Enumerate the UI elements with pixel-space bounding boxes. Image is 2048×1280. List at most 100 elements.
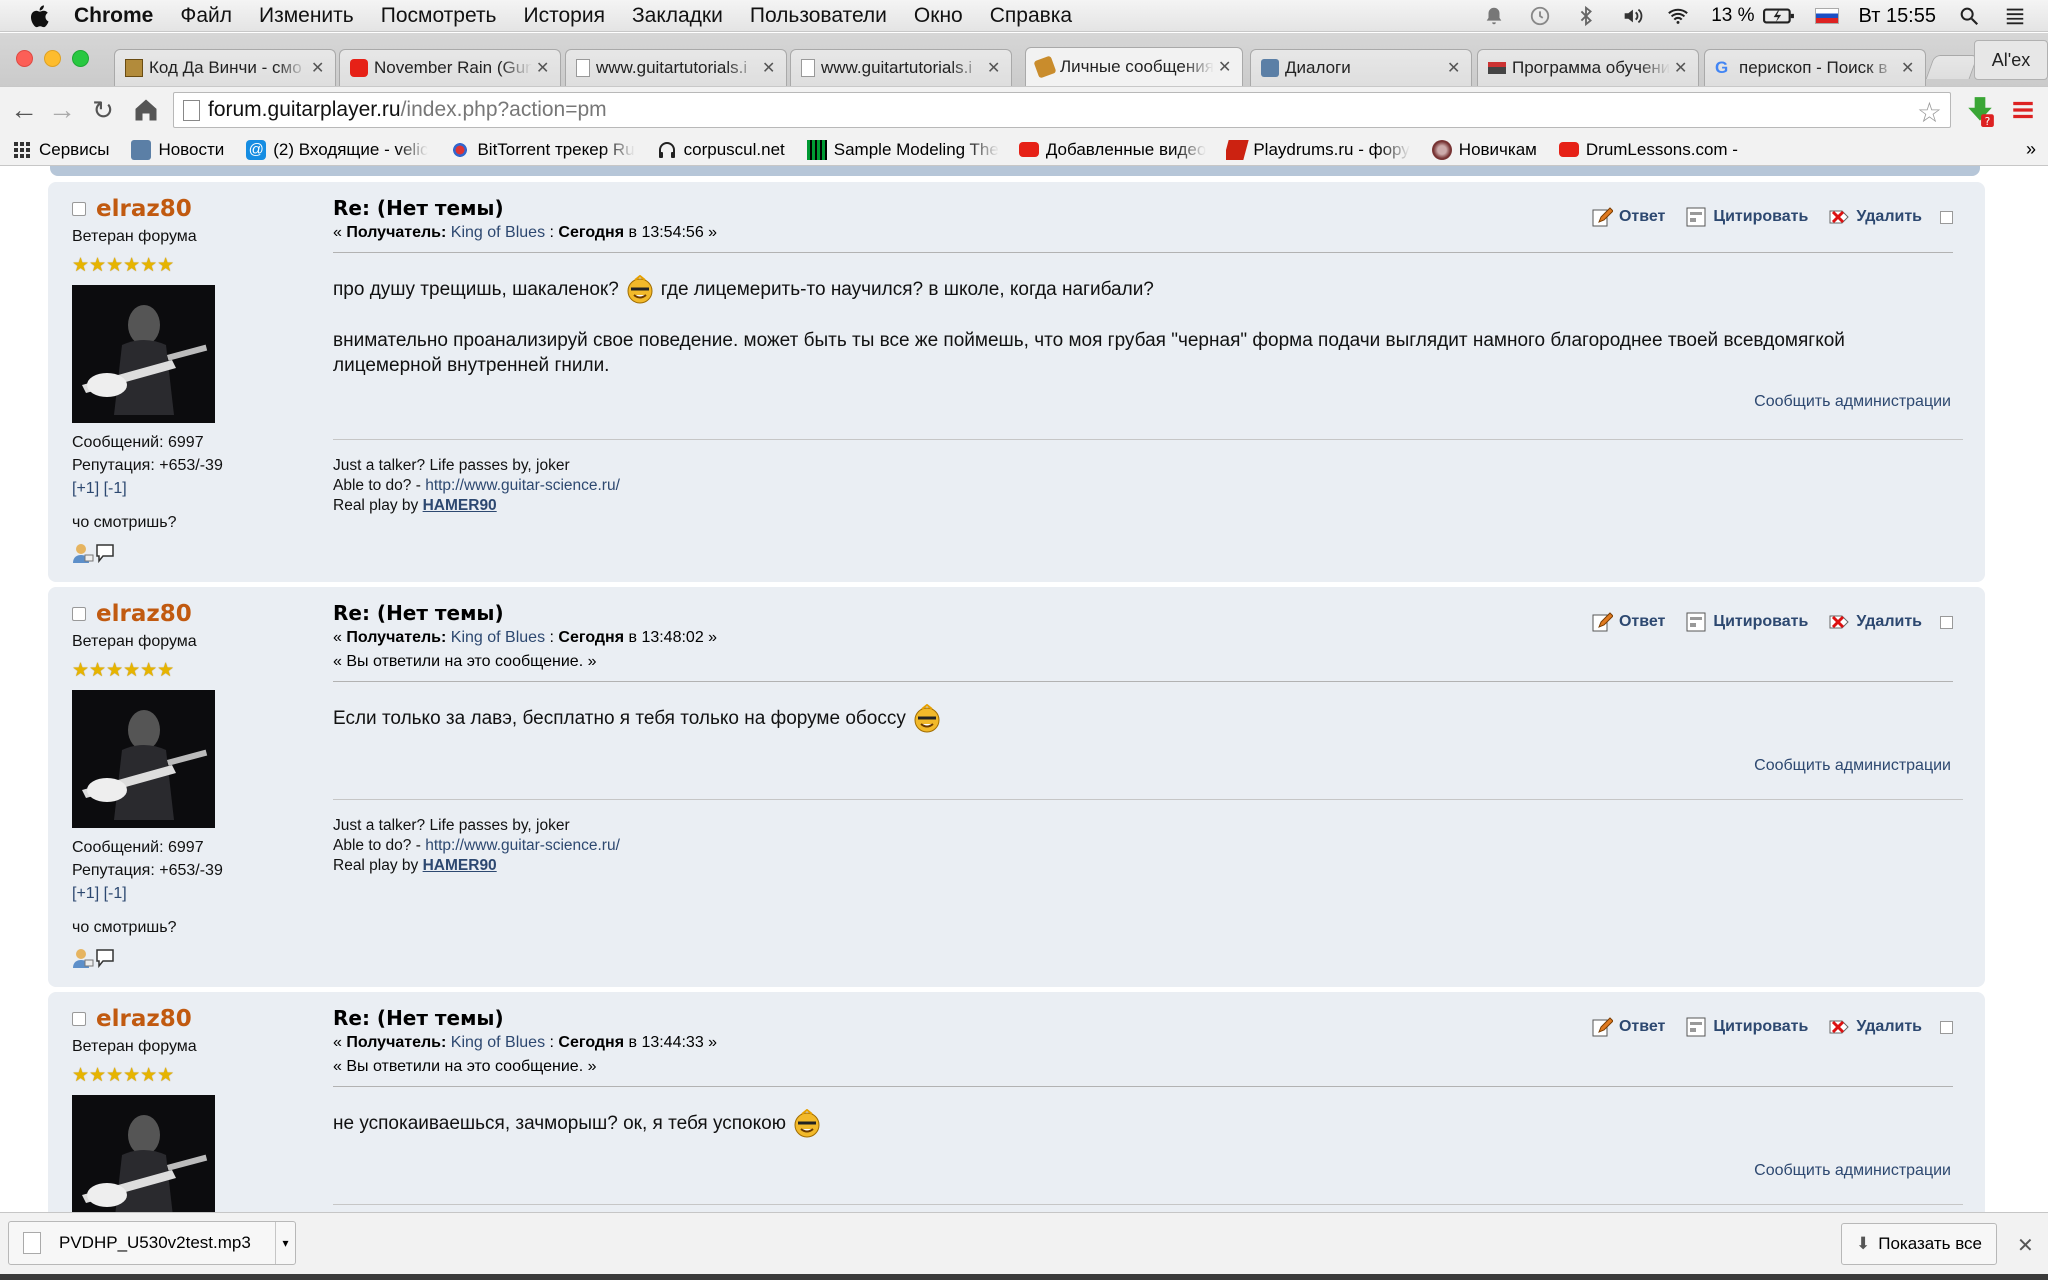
tab-dialogs[interactable]: Диалоги ✕	[1250, 49, 1472, 86]
profile-button[interactable]: Al'ex	[1974, 40, 2048, 80]
message-select-checkbox[interactable]	[1940, 615, 1953, 629]
delete-button[interactable]: Удалить	[1828, 611, 1922, 633]
notification-center-icon[interactable]	[2002, 5, 2028, 27]
rep-plus-link[interactable]: [+1]	[72, 885, 99, 902]
menu-edit[interactable]: Изменить	[259, 4, 354, 28]
forward-arrow-icon[interactable]: →	[48, 96, 76, 124]
bookmark-apps[interactable]: Сервисы	[12, 140, 109, 160]
menu-history[interactable]: История	[524, 4, 605, 28]
tab-close-icon[interactable]: ✕	[1674, 58, 1688, 78]
tab-close-icon[interactable]: ✕	[987, 58, 1001, 78]
bookmark-sample-modeling[interactable]: Sample Modeling The	[806, 139, 999, 160]
bookmark-drumlessons[interactable]: DrumLessons.com -	[1558, 140, 1738, 160]
bookmark-star-icon[interactable]: ☆	[1917, 96, 1942, 129]
download-extension-icon[interactable]: ?	[1964, 94, 1996, 128]
avatar[interactable]	[72, 690, 215, 828]
tab-guitartutorials-2[interactable]: www.guitartutorials.i ✕	[790, 49, 1012, 86]
reply-button[interactable]: Ответ	[1591, 206, 1665, 228]
signature-user-link[interactable]: HAMER90	[423, 497, 497, 514]
chrome-menu-icon[interactable]	[2010, 97, 2036, 123]
apple-menu-icon[interactable]	[28, 4, 50, 28]
menu-window[interactable]: Окно	[914, 4, 963, 28]
online-status-checkbox[interactable]	[72, 202, 86, 216]
bookmark-corpuscul[interactable]: corpuscul.net	[657, 140, 785, 160]
signature-site-link[interactable]: http://www.guitar-science.ru/	[425, 477, 620, 494]
tab-program[interactable]: Программа обучени ✕	[1477, 49, 1699, 86]
download-item[interactable]: PVDHP_U530v2test.mp3 ▾	[8, 1221, 296, 1265]
avatar[interactable]	[72, 285, 215, 423]
home-icon[interactable]	[132, 96, 160, 124]
quote-button[interactable]: Цитировать	[1685, 206, 1808, 228]
tab-close-icon[interactable]: ✕	[762, 58, 776, 78]
signature-site-link[interactable]: http://www.guitar-science.ru/	[425, 837, 620, 854]
menu-help[interactable]: Справка	[990, 4, 1072, 28]
menu-view[interactable]: Посмотреть	[381, 4, 497, 28]
profile-icon[interactable]	[72, 542, 94, 564]
close-icon[interactable]: ✕	[2017, 1233, 2034, 1258]
bluetooth-icon[interactable]	[1573, 5, 1599, 27]
notification-bell-icon[interactable]	[1481, 5, 1507, 27]
input-source-flag-icon[interactable]	[1814, 8, 1839, 24]
tab-close-icon[interactable]: ✕	[1447, 58, 1461, 78]
tab-google-search[interactable]: G перископ - Поиск в ✕	[1704, 49, 1926, 86]
menu-file[interactable]: Файл	[180, 4, 232, 28]
tab-close-icon[interactable]: ✕	[536, 58, 550, 78]
back-arrow-icon[interactable]: ←	[10, 96, 38, 124]
spotlight-search-icon[interactable]	[1956, 5, 1982, 27]
online-status-checkbox[interactable]	[72, 607, 86, 621]
battery-icon[interactable]	[1762, 5, 1795, 27]
report-to-admin-link[interactable]: Сообщить администрации	[333, 1162, 1951, 1180]
tab-close-icon[interactable]: ✕	[1901, 58, 1915, 78]
new-tab-button[interactable]	[1925, 55, 1979, 79]
menubar-clock[interactable]: Вт 15:55	[1859, 5, 1936, 28]
tab-close-icon[interactable]: ✕	[311, 58, 325, 78]
tab-guitartutorials-1[interactable]: www.guitartutorials.i ✕	[565, 49, 787, 86]
menu-people[interactable]: Пользователи	[750, 4, 887, 28]
menu-app-chrome[interactable]: Chrome	[74, 4, 153, 28]
address-bar[interactable]: forum.guitarplayer.ru/index.php?action=p…	[173, 92, 1951, 128]
personal-message-icon[interactable]	[94, 947, 116, 969]
bookmark-bittorrent[interactable]: BitTorrent трекер Ru	[450, 139, 635, 160]
bookmarks-overflow-icon[interactable]: »	[2026, 139, 2036, 160]
rep-plus-link[interactable]: [+1]	[72, 480, 99, 497]
tab-private-messages[interactable]: Личные сообщения ✕	[1025, 47, 1243, 86]
rep-minus-link[interactable]: [-1]	[104, 885, 127, 902]
author-name[interactable]: elraz80	[96, 196, 192, 222]
rep-minus-link[interactable]: [-1]	[104, 480, 127, 497]
reply-button[interactable]: Ответ	[1591, 1016, 1665, 1038]
author-name[interactable]: elraz80	[96, 1006, 192, 1032]
recipient-link[interactable]: King of Blues	[451, 1034, 545, 1051]
message-select-checkbox[interactable]	[1940, 1020, 1953, 1034]
reply-button[interactable]: Ответ	[1591, 611, 1665, 633]
volume-icon[interactable]	[1619, 5, 1645, 27]
window-close-button[interactable]	[16, 50, 33, 67]
report-to-admin-link[interactable]: Сообщить администрации	[333, 393, 1951, 411]
personal-message-icon[interactable]	[94, 542, 116, 564]
bookmark-inbox[interactable]: @ (2) Входящие - velic	[246, 139, 428, 160]
tab-davinci[interactable]: Код Да Винчи - смо ✕	[114, 49, 336, 86]
bookmark-news[interactable]: Новости	[131, 139, 224, 160]
message-select-checkbox[interactable]	[1940, 210, 1953, 224]
profile-icon[interactable]	[72, 947, 94, 969]
recipient-link[interactable]: King of Blues	[451, 224, 545, 241]
quote-button[interactable]: Цитировать	[1685, 1016, 1808, 1038]
author-name[interactable]: elraz80	[96, 601, 192, 627]
bookmark-newbies[interactable]: Новичкам	[1431, 139, 1537, 160]
delete-button[interactable]: Удалить	[1828, 1016, 1922, 1038]
reload-icon[interactable]: ↻	[89, 96, 117, 124]
menu-bookmarks[interactable]: Закладки	[632, 4, 723, 28]
bookmark-playdrums[interactable]: Playdrums.ru - фору	[1226, 139, 1410, 160]
delete-button[interactable]: Удалить	[1828, 206, 1922, 228]
tab-november-rain[interactable]: November Rain (Gun ✕	[339, 49, 561, 86]
chevron-down-icon[interactable]: ▾	[275, 1222, 295, 1264]
quote-button[interactable]: Цитировать	[1685, 611, 1808, 633]
window-minimize-button[interactable]	[44, 50, 61, 67]
time-machine-icon[interactable]	[1527, 5, 1553, 27]
window-zoom-button[interactable]	[72, 50, 89, 67]
show-all-downloads-button[interactable]: ⬇ Показать все	[1841, 1223, 1997, 1265]
tab-close-icon[interactable]: ✕	[1218, 57, 1232, 77]
avatar[interactable]	[72, 1095, 215, 1212]
recipient-link[interactable]: King of Blues	[451, 629, 545, 646]
wifi-icon[interactable]	[1665, 5, 1691, 27]
report-to-admin-link[interactable]: Сообщить администрации	[333, 757, 1951, 775]
